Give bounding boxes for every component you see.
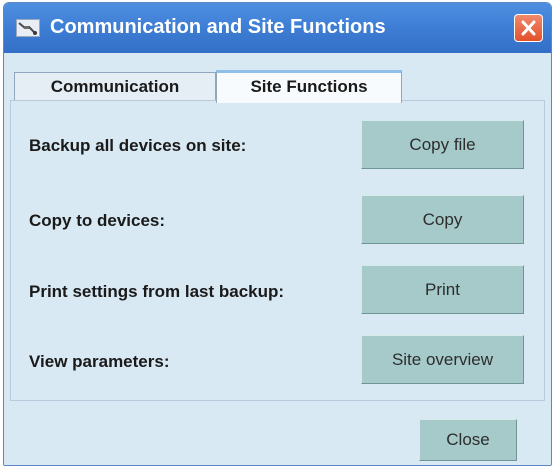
tab-site-functions[interactable]: Site Functions bbox=[216, 70, 402, 103]
tab-site-functions-label: Site Functions bbox=[250, 77, 368, 96]
copy-file-button[interactable]: Copy file bbox=[361, 120, 524, 169]
tab-communication[interactable]: Communication bbox=[14, 72, 216, 102]
copy-to-devices-label: Copy to devices: bbox=[29, 211, 166, 230]
window-title: Communication and Site Functions bbox=[50, 16, 386, 38]
site-functions-panel: Backup all devices on site: Copy file Co… bbox=[10, 100, 545, 401]
site-overview-button[interactable]: Site overview bbox=[361, 335, 524, 384]
tab-strip: Communication Site Functions bbox=[4, 53, 551, 103]
close-x-icon[interactable] bbox=[514, 14, 543, 42]
title-bar[interactable]: Communication and Site Functions bbox=[4, 3, 551, 53]
print-button[interactable]: Print bbox=[361, 265, 524, 314]
tab-communication-label: Communication bbox=[50, 77, 180, 96]
print-settings-label: Print settings from last backup: bbox=[29, 282, 285, 301]
copy-button[interactable]: Copy bbox=[361, 195, 524, 244]
connector-plug-icon bbox=[16, 19, 40, 37]
dialog-window: Communication and Site Functions Communi… bbox=[3, 2, 552, 466]
backup-label: Backup all devices on site: bbox=[29, 136, 247, 155]
dialog-footer: Close bbox=[4, 401, 551, 465]
view-parameters-label: View parameters: bbox=[29, 352, 170, 371]
close-button[interactable]: Close bbox=[419, 419, 517, 461]
